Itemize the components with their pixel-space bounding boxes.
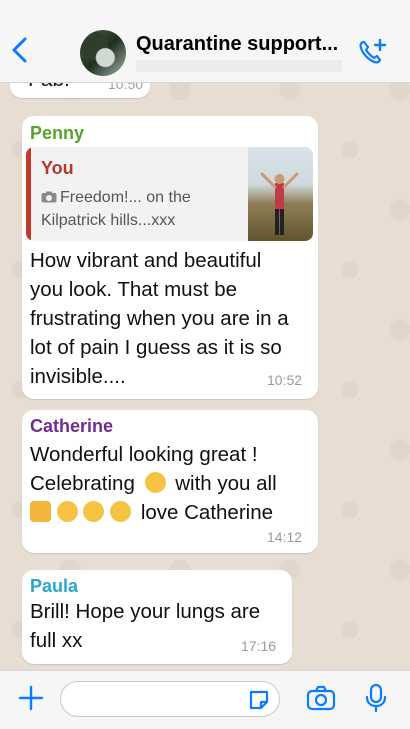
quote-sender: You <box>41 158 74 178</box>
sender-name: Penny <box>30 123 85 143</box>
quote-text-block: Freedom!... on the Kilpatrick hills...xx… <box>41 186 231 232</box>
chat-subtitle <box>136 60 342 72</box>
partying-face-emoji <box>144 472 166 493</box>
chat-header: Quarantine support... <box>0 0 410 83</box>
camera-icon <box>41 191 57 203</box>
message-line: you look. That must be <box>30 278 238 301</box>
sunglasses-emoji <box>110 501 132 522</box>
message-line: How vibrant and beautiful <box>30 249 262 272</box>
message-bubble-catherine[interactable]: Catherine Wonderful looking great ! Cele… <box>22 410 318 553</box>
plus-icon[interactable] <box>18 685 44 711</box>
thumbs-up-emoji <box>30 501 51 522</box>
message-text: Wonderful looking great ! Celebrating wi… <box>30 440 315 527</box>
sender-name: Catherine <box>30 416 114 436</box>
message-time: 17:16 <box>241 638 277 654</box>
message-fragment: with you all <box>175 472 277 495</box>
message-bubble-paula[interactable]: Paula Brill! Hope your lungs are full xx… <box>22 570 292 664</box>
camera-icon[interactable] <box>306 685 336 711</box>
message-line: love Catherine <box>30 498 315 527</box>
group-avatar[interactable] <box>80 30 126 76</box>
message-time: 10:52 <box>267 372 303 388</box>
smiling-face-with-hearts-emoji <box>56 501 78 522</box>
message-time: 14:12 <box>267 529 303 545</box>
message-line: Brill! Hope your lungs are <box>30 600 261 623</box>
message-line: Wonderful looking great ! <box>30 443 258 466</box>
message-input-bar <box>0 670 410 729</box>
heart-eyes-emoji <box>83 501 105 522</box>
chevron-left-icon[interactable] <box>8 36 32 64</box>
photo-thumbnail[interactable] <box>248 147 313 241</box>
sender-name: Paula <box>30 576 79 596</box>
quoted-message[interactable]: You Freedom!... on the Kilpatrick hills.… <box>26 147 313 241</box>
message-fragment: love Catherine <box>140 501 274 524</box>
add-call-icon[interactable] <box>356 36 388 68</box>
message-line: frustrating when you are in a <box>30 307 289 330</box>
message-line: lot of pain I guess as it is so <box>30 336 282 359</box>
microphone-icon[interactable] <box>364 683 388 713</box>
sticker-icon[interactable] <box>247 688 271 712</box>
message-line: Celebrating with you all <box>30 469 315 498</box>
chat-title[interactable]: Quarantine support... <box>136 33 338 56</box>
quote-text: Freedom!... on the Kilpatrick hills...xx… <box>41 189 191 229</box>
message-text: How vibrant and beautiful you look. That… <box>30 246 315 391</box>
message-bubble-penny[interactable]: Penny You Freedom!... on the Kilpatrick … <box>22 116 318 399</box>
quote-bar <box>26 147 31 241</box>
message-fragment: Celebrating <box>30 472 135 495</box>
